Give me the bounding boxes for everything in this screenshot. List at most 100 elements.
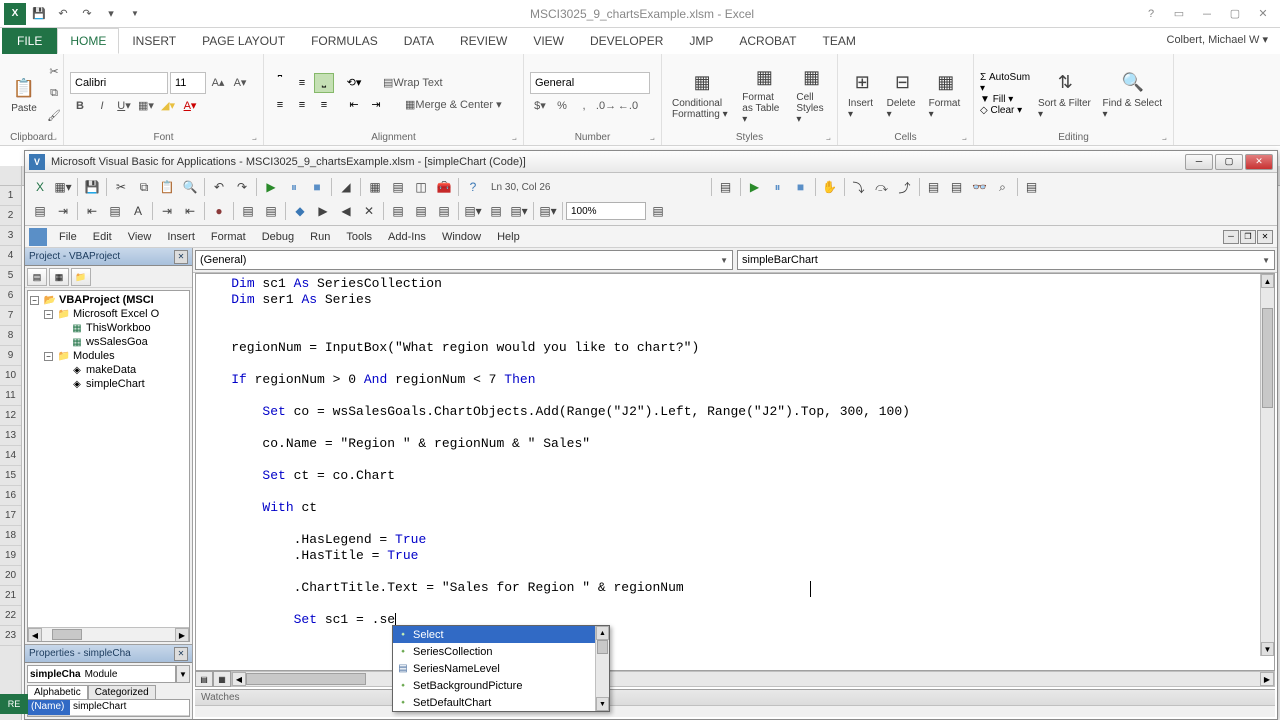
tree-modules[interactable]: Modules <box>73 350 115 362</box>
code-editor[interactable]: Dim sc1 As SeriesCollection Dim ser1 As … <box>195 273 1275 671</box>
full-module-view-icon[interactable]: ▦ <box>213 671 231 687</box>
qat-shapes-icon[interactable]: ▾ <box>100 3 122 25</box>
fill-color-icon[interactable]: ◢▾ <box>158 96 178 116</box>
row-header[interactable]: 17 <box>0 506 21 526</box>
mdi-restore-icon[interactable]: ❐ <box>1240 230 1256 244</box>
tree-excel-objects[interactable]: Microsoft Excel O <box>73 308 159 320</box>
code-line[interactable] <box>200 452 1256 468</box>
intl-scroll-down-icon[interactable]: ▼ <box>596 697 609 711</box>
toolbar-help-icon[interactable]: ? <box>462 176 484 198</box>
view-code-icon[interactable]: ▤ <box>27 268 47 286</box>
tree-simplechart[interactable]: simpleChart <box>86 378 145 390</box>
row-header[interactable]: 14 <box>0 446 21 466</box>
edit-btn-d[interactable]: ▤▾ <box>462 200 484 222</box>
close-icon[interactable]: ✕ <box>1250 4 1276 24</box>
object-combo[interactable]: (General)▼ <box>195 250 733 270</box>
edit-param-icon[interactable]: ▤ <box>104 200 126 222</box>
tree-makedata[interactable]: makeData <box>86 364 136 376</box>
edit-btn-b[interactable]: ▤ <box>410 200 432 222</box>
bold-icon[interactable]: B <box>70 96 90 116</box>
code-line[interactable] <box>200 356 1256 372</box>
run-icon[interactable]: ▶ <box>260 176 282 198</box>
align-center-icon[interactable]: ≡ <box>292 95 312 115</box>
code-line[interactable]: Set ct = co.Chart <box>200 468 1256 484</box>
underline-icon[interactable]: U▾ <box>114 96 134 116</box>
edit-indent-icon[interactable]: ⇥ <box>52 200 74 222</box>
tree-scroll-thumb[interactable] <box>52 629 82 640</box>
align-top-icon[interactable]: ⎴ <box>270 73 290 93</box>
prev-bookmark-icon[interactable]: ◀ <box>335 200 357 222</box>
edit-outdent2-icon[interactable]: ⇤ <box>179 200 201 222</box>
edit-btn-f[interactable]: ▤▾ <box>508 200 530 222</box>
vba-maximize-icon[interactable]: ▢ <box>1215 154 1243 170</box>
menu-file[interactable]: File <box>51 229 85 245</box>
vscroll-thumb[interactable] <box>1262 308 1273 408</box>
qat-save-icon[interactable]: 💾 <box>28 3 50 25</box>
toolbox-icon[interactable]: 🧰 <box>433 176 455 198</box>
font-color-icon[interactable]: A▾ <box>180 96 200 116</box>
bookmark-icon[interactable]: ◆ <box>289 200 311 222</box>
format-painter-icon[interactable]: 🖌 <box>44 106 64 126</box>
properties-combo-arrow-icon[interactable]: ▼ <box>176 665 190 683</box>
insert-cells-button[interactable]: ⊞Insert ▾ <box>844 66 881 122</box>
row-header[interactable]: 10 <box>0 366 21 386</box>
project-tree[interactable]: −📂VBAProject (MSCI −📁Microsoft Excel O ▦… <box>27 290 190 642</box>
row-header[interactable]: 2 <box>0 206 21 226</box>
tab-team[interactable]: TEAM <box>809 28 868 54</box>
tab-data[interactable]: DATA <box>391 28 447 54</box>
signedin-user[interactable]: Colbert, Michael W ▾ <box>1155 28 1280 54</box>
toggle-folders-icon[interactable]: 📁 <box>71 268 91 286</box>
code-line[interactable] <box>200 484 1256 500</box>
decrease-indent-icon[interactable]: ⇤ <box>344 95 364 115</box>
project-explorer-icon[interactable]: ▦ <box>364 176 386 198</box>
prop-name-value[interactable]: simpleChart <box>70 700 189 715</box>
row-header[interactable]: 3 <box>0 226 21 246</box>
ribbon-display-icon[interactable]: ▭ <box>1166 4 1192 24</box>
decrease-font-icon[interactable]: A▾ <box>230 73 250 93</box>
toolbar-paste-icon[interactable]: 📋 <box>156 176 178 198</box>
tree-scroll-left-icon[interactable]: ◀ <box>28 628 42 642</box>
row-header[interactable]: 8 <box>0 326 21 346</box>
tab-developer[interactable]: DEVELOPER <box>577 28 676 54</box>
conditional-formatting-button[interactable]: ▦Conditional Formatting ▾ <box>668 66 736 122</box>
toolbar-copy-icon[interactable]: ⧉ <box>133 176 155 198</box>
code-line[interactable] <box>200 596 1256 612</box>
code-line[interactable] <box>200 564 1256 580</box>
intl-scroll-up-icon[interactable]: ▲ <box>596 626 609 640</box>
menu-help[interactable]: Help <box>489 229 528 245</box>
row-header[interactable]: 21 <box>0 586 21 606</box>
watch-icon[interactable]: 👓 <box>969 176 991 198</box>
code-line[interactable]: .HasLegend = True <box>200 532 1256 548</box>
tree-thisworkbook[interactable]: ThisWorkboo <box>86 322 151 334</box>
increase-indent-icon[interactable]: ⇥ <box>366 95 386 115</box>
step-out-icon[interactable]: ⤴ <box>894 176 916 198</box>
font-name-combo[interactable] <box>70 72 168 94</box>
cut-icon[interactable]: ✂ <box>44 62 64 82</box>
maximize-icon[interactable]: ▢ <box>1222 4 1248 24</box>
properties-object-combo[interactable]: simpleCha Module <box>27 665 176 683</box>
step-over-icon[interactable]: ⤼ <box>871 176 893 198</box>
row-header[interactable]: 7 <box>0 306 21 326</box>
code-line[interactable]: regionNum = InputBox("What region would … <box>200 340 1256 356</box>
code-line[interactable]: .ChartTitle.Text = "Sales for Region " &… <box>200 580 1256 596</box>
tab-pagelayout[interactable]: PAGE LAYOUT <box>189 28 298 54</box>
tab-review[interactable]: REVIEW <box>447 28 520 54</box>
code-line[interactable]: .HasTitle = True <box>200 548 1256 564</box>
row-header[interactable]: 5 <box>0 266 21 286</box>
edit-btn-c[interactable]: ▤ <box>433 200 455 222</box>
menu-format[interactable]: Format <box>203 229 254 245</box>
vba-close-icon[interactable]: ✕ <box>1245 154 1273 170</box>
comma-icon[interactable]: , <box>574 96 594 116</box>
tab-home[interactable]: HOME <box>57 28 119 54</box>
number-format-combo[interactable] <box>530 72 650 94</box>
quick-watch-icon[interactable]: ⌕ <box>992 176 1014 198</box>
orientation-icon[interactable]: ⟲▾ <box>344 73 364 93</box>
code-line[interactable]: Dim ser1 As Series <box>200 292 1256 308</box>
tab-view[interactable]: VIEW <box>520 28 577 54</box>
intl-scroll-thumb[interactable] <box>597 640 608 654</box>
help-icon[interactable]: ? <box>1138 4 1164 24</box>
hscroll-left-icon[interactable]: ◀ <box>232 672 246 686</box>
step-into-icon[interactable]: ⤵ <box>848 176 870 198</box>
merge-center-button[interactable]: ▦ Merge & Center ▾ <box>400 95 507 115</box>
tab-insert[interactable]: INSERT <box>119 28 189 54</box>
